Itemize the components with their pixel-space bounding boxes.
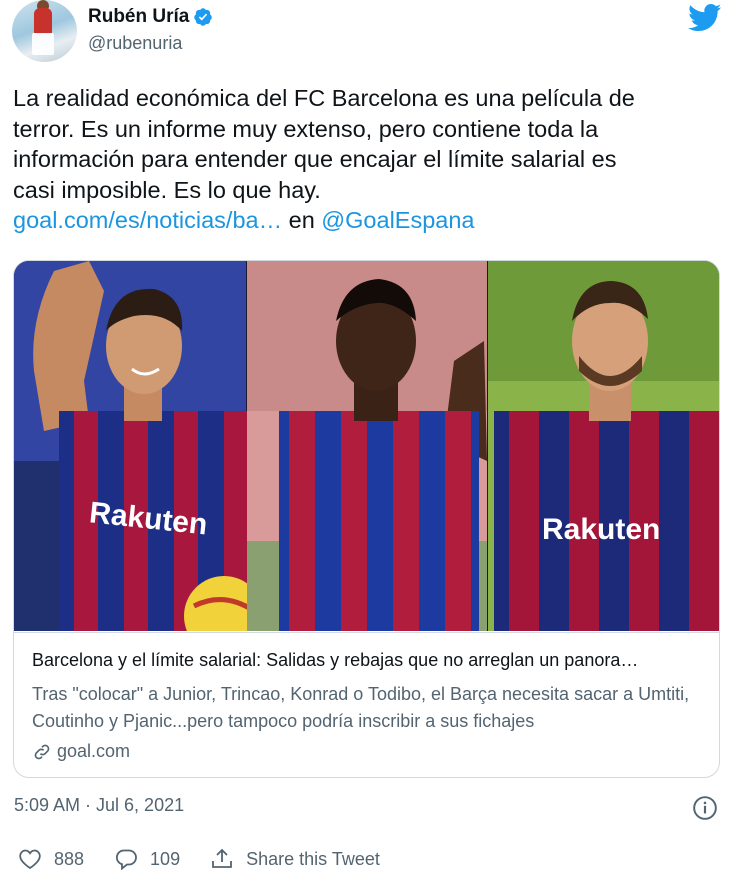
tweet-text: La realidad económica del FC Barcelona e…: [13, 83, 725, 236]
card-image[interactable]: Rakuten Rakuten: [14, 261, 720, 631]
link-preview-card[interactable]: Rakuten Rakuten Barcelona y el límite sa…: [13, 260, 720, 778]
author-name[interactable]: Rubén Uría: [88, 6, 189, 28]
card-title[interactable]: Barcelona y el límite salarial: Salidas …: [32, 650, 712, 671]
share-label: Share this Tweet: [246, 848, 380, 869]
card-body[interactable]: Barcelona y el límite salarial: Salidas …: [14, 632, 719, 777]
share-button[interactable]: Share this Tweet: [210, 848, 380, 870]
link-connector: en: [282, 207, 322, 233]
tweet-timestamp[interactable]: 5:09 AM · Jul 6, 2021: [14, 795, 184, 816]
link-icon: [34, 744, 50, 759]
like-count: 888: [54, 848, 85, 869]
reply-button[interactable]: 109: [114, 848, 180, 870]
reply-icon: [116, 849, 137, 870]
author-avatar[interactable]: [12, 0, 77, 62]
author-handle[interactable]: @rubenuria: [88, 33, 182, 54]
tweet-text-line: La realidad económica del FC Barcelona e…: [13, 85, 635, 111]
tweet-text-line: casi imposible. Es lo que hay.: [13, 176, 321, 203]
author-name-row: Rubén Uría: [88, 6, 213, 28]
card-description[interactable]: Tras "colocar" a Junior, Trincao, Konrad…: [32, 681, 712, 735]
card-domain[interactable]: goal.com: [32, 741, 130, 762]
reply-count: 109: [150, 848, 181, 869]
twitter-bird-icon[interactable]: [688, 4, 722, 32]
tweet-link-line: goal.com/es/noticias/ba… en @GoalEspana: [13, 205, 725, 236]
tweet-text-line: terror. Es un informe muy extenso, pero …: [13, 115, 599, 142]
verified-badge-icon: [194, 8, 213, 26]
heart-icon: [19, 849, 41, 870]
card-image-sponsor-text: Rakuten: [542, 513, 660, 546]
avatar-figure-body: [34, 8, 52, 34]
card-domain-text: goal.com: [57, 741, 131, 761]
tweet-text-line: información para entender que encajar el…: [13, 146, 617, 172]
like-button[interactable]: 888: [18, 848, 84, 870]
article-link[interactable]: goal.com/es/noticias/ba…: [13, 207, 282, 233]
mention-link[interactable]: @GoalEspana: [321, 207, 474, 233]
avatar-figure-legs: [32, 33, 54, 55]
tweet-actions: 888 109 Share this Tweet: [18, 848, 410, 870]
info-icon[interactable]: [692, 795, 718, 821]
share-icon: [212, 848, 232, 868]
